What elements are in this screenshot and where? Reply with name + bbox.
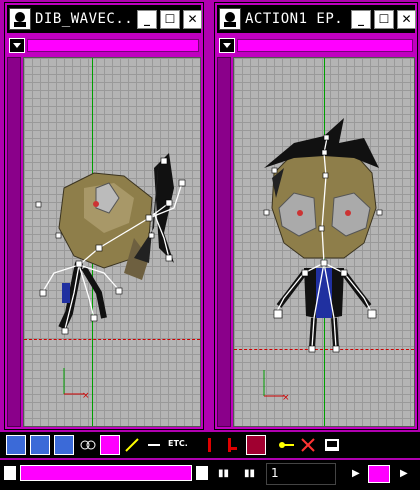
menu-row [7, 37, 201, 55]
title-bar[interactable]: ACTION1 EP... _ ☐ ✕ [217, 5, 416, 33]
loop-icon[interactable] [368, 465, 390, 483]
window-title: DIB_WAVEC... [35, 11, 133, 27]
tool-bar: ETC. [0, 432, 420, 458]
rotate-icon[interactable] [30, 435, 50, 455]
character-figure-left: × [35, 153, 186, 401]
viewport-sidebar [217, 57, 231, 427]
svg-text:×: × [82, 391, 90, 401]
timeline-bar: ▮▮ ▮▮ 1 ▶ ▶ [0, 460, 420, 490]
mark-icon[interactable] [200, 435, 220, 455]
maximize-button[interactable]: ☐ [160, 10, 180, 29]
play-icon[interactable]: ▶ [352, 468, 360, 479]
timeline-slider[interactable] [20, 465, 192, 481]
keyframe-icon[interactable] [276, 435, 296, 455]
title-bar[interactable]: DIB_WAVEC... _ ☐ ✕ [7, 5, 202, 33]
key-icon[interactable] [222, 435, 242, 455]
select-icon[interactable] [100, 435, 120, 455]
cut-icon[interactable] [144, 435, 164, 455]
svg-text:×: × [282, 393, 290, 403]
scroll-right-button[interactable] [196, 466, 208, 480]
minimize-button[interactable]: _ [351, 10, 371, 29]
minimize-button[interactable]: _ [137, 10, 157, 29]
close-button[interactable]: ✕ [397, 10, 416, 29]
bone-icon[interactable] [122, 435, 142, 455]
menu-field[interactable] [237, 39, 413, 52]
maximize-button[interactable]: ☐ [374, 10, 394, 29]
viewport-window-right: ACTION1 EP... _ ☐ ✕ [214, 2, 418, 430]
window-title: ACTION1 EP... [245, 11, 343, 27]
play-back-icon[interactable]: ▮▮ [218, 468, 229, 479]
next-icon[interactable]: ▶ [400, 468, 408, 479]
close-button[interactable]: ✕ [183, 10, 202, 29]
delete-key-icon[interactable] [298, 435, 318, 455]
dropdown-icon[interactable] [219, 38, 235, 53]
frame-field[interactable]: 1 [266, 463, 336, 485]
app-icon [219, 8, 241, 30]
move-icon[interactable] [6, 435, 26, 455]
render-icon[interactable] [322, 435, 342, 455]
viewport-window-left: DIB_WAVEC... _ ☐ ✕ × [4, 2, 204, 430]
step-icon[interactable]: ▮▮ [244, 468, 255, 479]
character-figure-right: × [263, 118, 383, 403]
etc-button[interactable]: ETC. [168, 439, 188, 448]
viewport-right[interactable]: × [233, 57, 415, 427]
viewport-sidebar [7, 57, 21, 427]
scale-icon[interactable] [54, 435, 74, 455]
record-icon[interactable] [246, 435, 266, 455]
app-icon [9, 8, 31, 30]
menu-field[interactable] [27, 39, 199, 52]
link-icon[interactable] [78, 435, 98, 455]
menu-row [217, 37, 415, 55]
dropdown-icon[interactable] [9, 38, 25, 53]
scroll-left-button[interactable] [4, 466, 16, 480]
viewport-left[interactable]: × [23, 57, 201, 427]
